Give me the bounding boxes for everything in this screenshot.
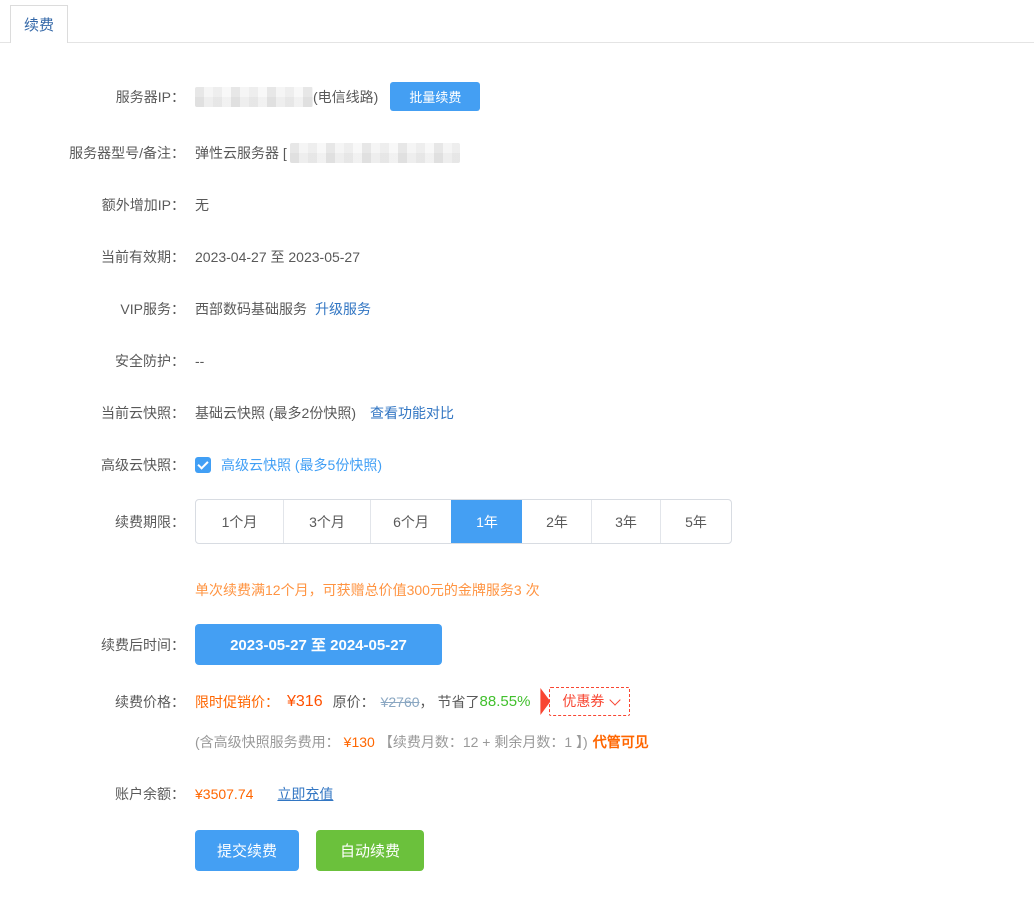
saved-percent: 88.55% [480,693,531,710]
promo-price-value: ¥316 [287,693,323,711]
account-balance-row: 账户余额： ¥3507.74 立即充值 [0,784,1034,804]
renew-form: 服务器IP： (电信线路) 批量续费 服务器型号/备注： 弹性云服务器 [ 额外… [0,43,1034,871]
extra-ip-row: 额外增加IP： 无 [0,195,1034,215]
advanced-snapshot-checkbox[interactable] [195,457,211,473]
current-snapshot-value: 基础云快照 (最多2份快照) [195,403,356,423]
current-snapshot-row: 当前云快照： 基础云快照 (最多2份快照) 查看功能对比 [0,403,1034,423]
period-option-1month[interactable]: 1个月 [196,500,283,543]
recharge-link[interactable]: 立即充值 [277,784,333,804]
renew-time-range-button[interactable]: 2023-05-27 至 2024-05-27 [195,624,442,665]
period-option-3year[interactable]: 3年 [591,500,660,543]
line-note: (电信线路) [313,87,378,107]
renew-price-label: 续费价格： [0,692,185,712]
upgrade-service-link[interactable]: 升级服务 [315,299,371,319]
security-row: 安全防护： -- [0,351,1034,371]
price-note-detail: 【续费月数：12 + 剩余月数：1 】) [379,732,588,752]
price-separator: ， [420,692,434,712]
vip-service-label: VIP服务： [0,299,185,319]
extra-ip-value: 无 [195,195,209,215]
price-note-row: (含高级快照服务费用： ¥130 【续费月数：12 + 剩余月数：1 】) 代管… [0,732,1034,752]
saved-label: 节省了 [438,692,480,712]
advanced-snapshot-row: 高级云快照： 高级云快照 (最多5份快照) [0,455,1034,475]
server-model-value: 弹性云服务器 [ [195,143,287,163]
server-ip-row: 服务器IP： (电信线路) 批量续费 [0,82,1034,111]
security-value: -- [195,353,204,369]
server-model-label: 服务器型号/备注： [0,143,185,163]
compare-features-link[interactable]: 查看功能对比 [370,403,454,423]
blurred-server-ip [195,87,313,107]
validity-label: 当前有效期： [0,247,185,267]
period-option-3month[interactable]: 3个月 [283,500,370,543]
tab-renew[interactable]: 续费 [10,5,68,43]
renew-time-row: 续费后时间： 2023-05-27 至 2024-05-27 [0,624,1034,665]
current-snapshot-label: 当前云快照： [0,403,185,423]
extra-ip-label: 额外增加IP： [0,195,185,215]
renew-period-label: 续费期限： [0,512,185,532]
action-buttons-row: 提交续费 自动续费 [0,830,1034,871]
tab-bar: 续费 [0,0,1034,43]
server-model-row: 服务器型号/备注： 弹性云服务器 [ [0,143,1034,163]
price-note-prefix: (含高级快照服务费用： [195,732,340,752]
chevron-down-icon [610,694,621,705]
blurred-server-note [290,143,460,163]
security-label: 安全防护： [0,351,185,371]
period-option-1year[interactable]: 1年 [451,500,522,543]
server-ip-label: 服务器IP： [0,87,185,107]
advanced-snapshot-label: 高级云快照： [0,455,185,475]
period-button-group: 1个月 3个月 6个月 1年 2年 3年 5年 [195,499,732,544]
managed-visible-note: 代管可见 [593,732,649,752]
original-price-value: ¥2760 [381,694,420,710]
validity-row: 当前有效期： 2023-04-27 至 2023-05-27 [0,247,1034,267]
auto-renew-button[interactable]: 自动续费 [316,830,424,871]
batch-renew-button[interactable]: 批量续费 [390,82,480,111]
renew-time-label: 续费后时间： [0,635,185,655]
renew-period-row: 续费期限： 1个月 3个月 6个月 1年 2年 3年 5年 [0,499,1034,544]
renew-price-row: 续费价格： 限时促销价： ¥316 原价： ¥2760 ， 节省了 88.55%… [0,687,1034,716]
vip-service-row: VIP服务： 西部数码基础服务 升级服务 [0,299,1034,319]
account-balance-label: 账户余额： [0,784,185,804]
coupon-dropdown[interactable]: 优惠券 [549,687,630,716]
vip-service-value: 西部数码基础服务 [195,299,307,319]
coupon-label: 优惠券 [562,691,604,711]
advanced-snapshot-checkbox-label: 高级云快照 (最多5份快照) [221,455,382,475]
period-option-6month[interactable]: 6个月 [370,500,451,543]
validity-value: 2023-04-27 至 2023-05-27 [195,247,360,267]
original-price-label: 原价： [333,692,375,712]
promo-note-row: 单次续费满12个月，可获赠总价值300元的金牌服务3 次 [0,580,1034,600]
submit-renew-button[interactable]: 提交续费 [195,830,299,871]
price-note-fee: ¥130 [344,734,375,750]
account-balance-value: ¥3507.74 [195,786,253,802]
promo-price-label: 限时促销价： [195,692,279,712]
period-option-5year[interactable]: 5年 [660,500,731,543]
tab-renew-label: 续费 [24,14,54,35]
promo-note-text: 单次续费满12个月，可获赠总价值300元的金牌服务3 次 [195,580,540,600]
period-option-2year[interactable]: 2年 [522,500,591,543]
